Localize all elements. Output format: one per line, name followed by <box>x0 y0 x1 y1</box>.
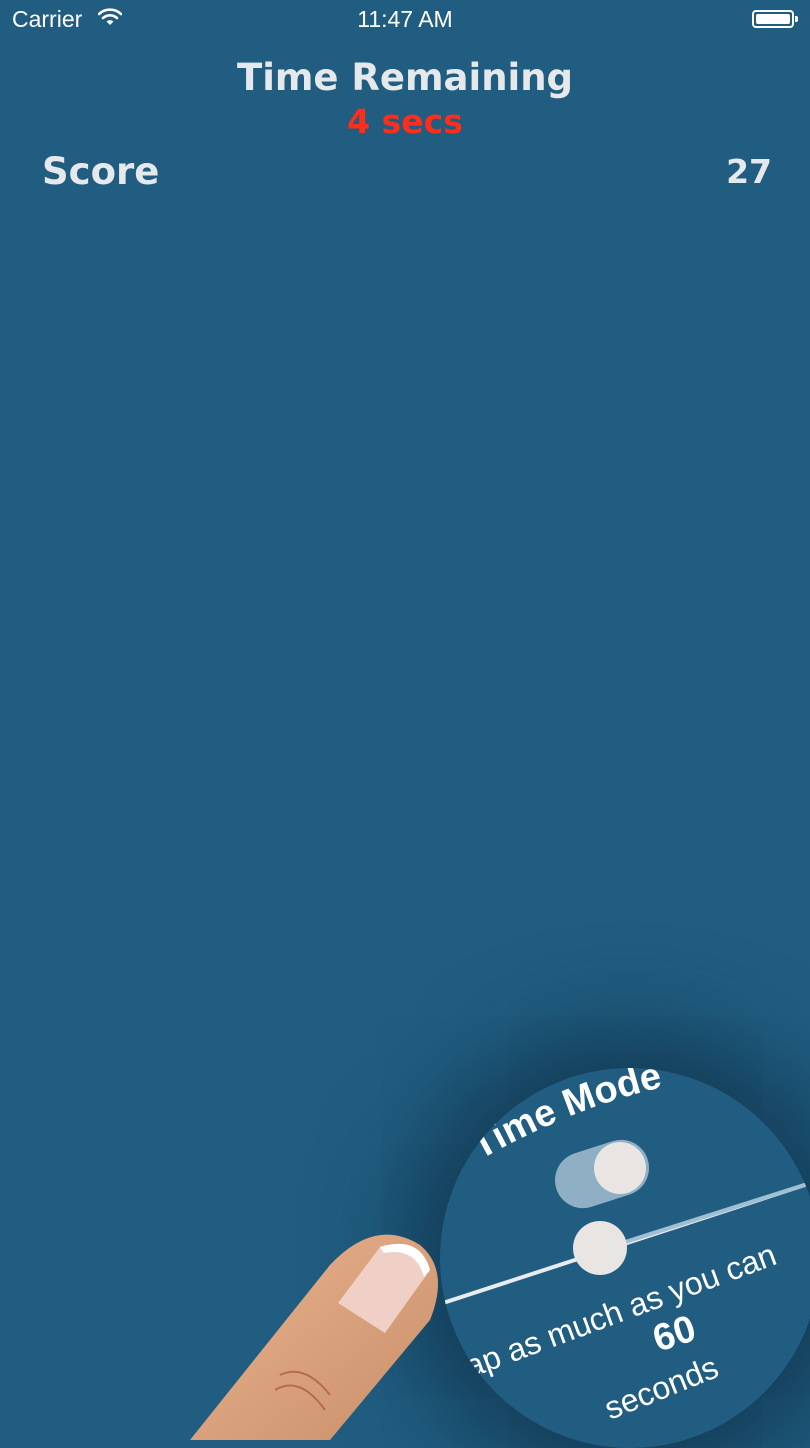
time-remaining-value: 4 secs <box>347 102 463 141</box>
icon-toggle-switch <box>554 1139 650 1209</box>
score-label: Score <box>42 150 160 193</box>
score-value: 27 <box>726 152 772 191</box>
finger-illustration <box>180 1225 450 1440</box>
battery-icon <box>752 10 798 28</box>
time-mode-icon: Time Mode ap as much as you can 60 secon… <box>440 1068 810 1448</box>
time-remaining-label: Time Remaining <box>236 56 574 99</box>
status-bar: Carrier 11:47 AM <box>0 0 810 40</box>
status-clock: 11:47 AM <box>357 6 453 32</box>
icon-seconds-unit: seconds <box>599 1349 723 1427</box>
